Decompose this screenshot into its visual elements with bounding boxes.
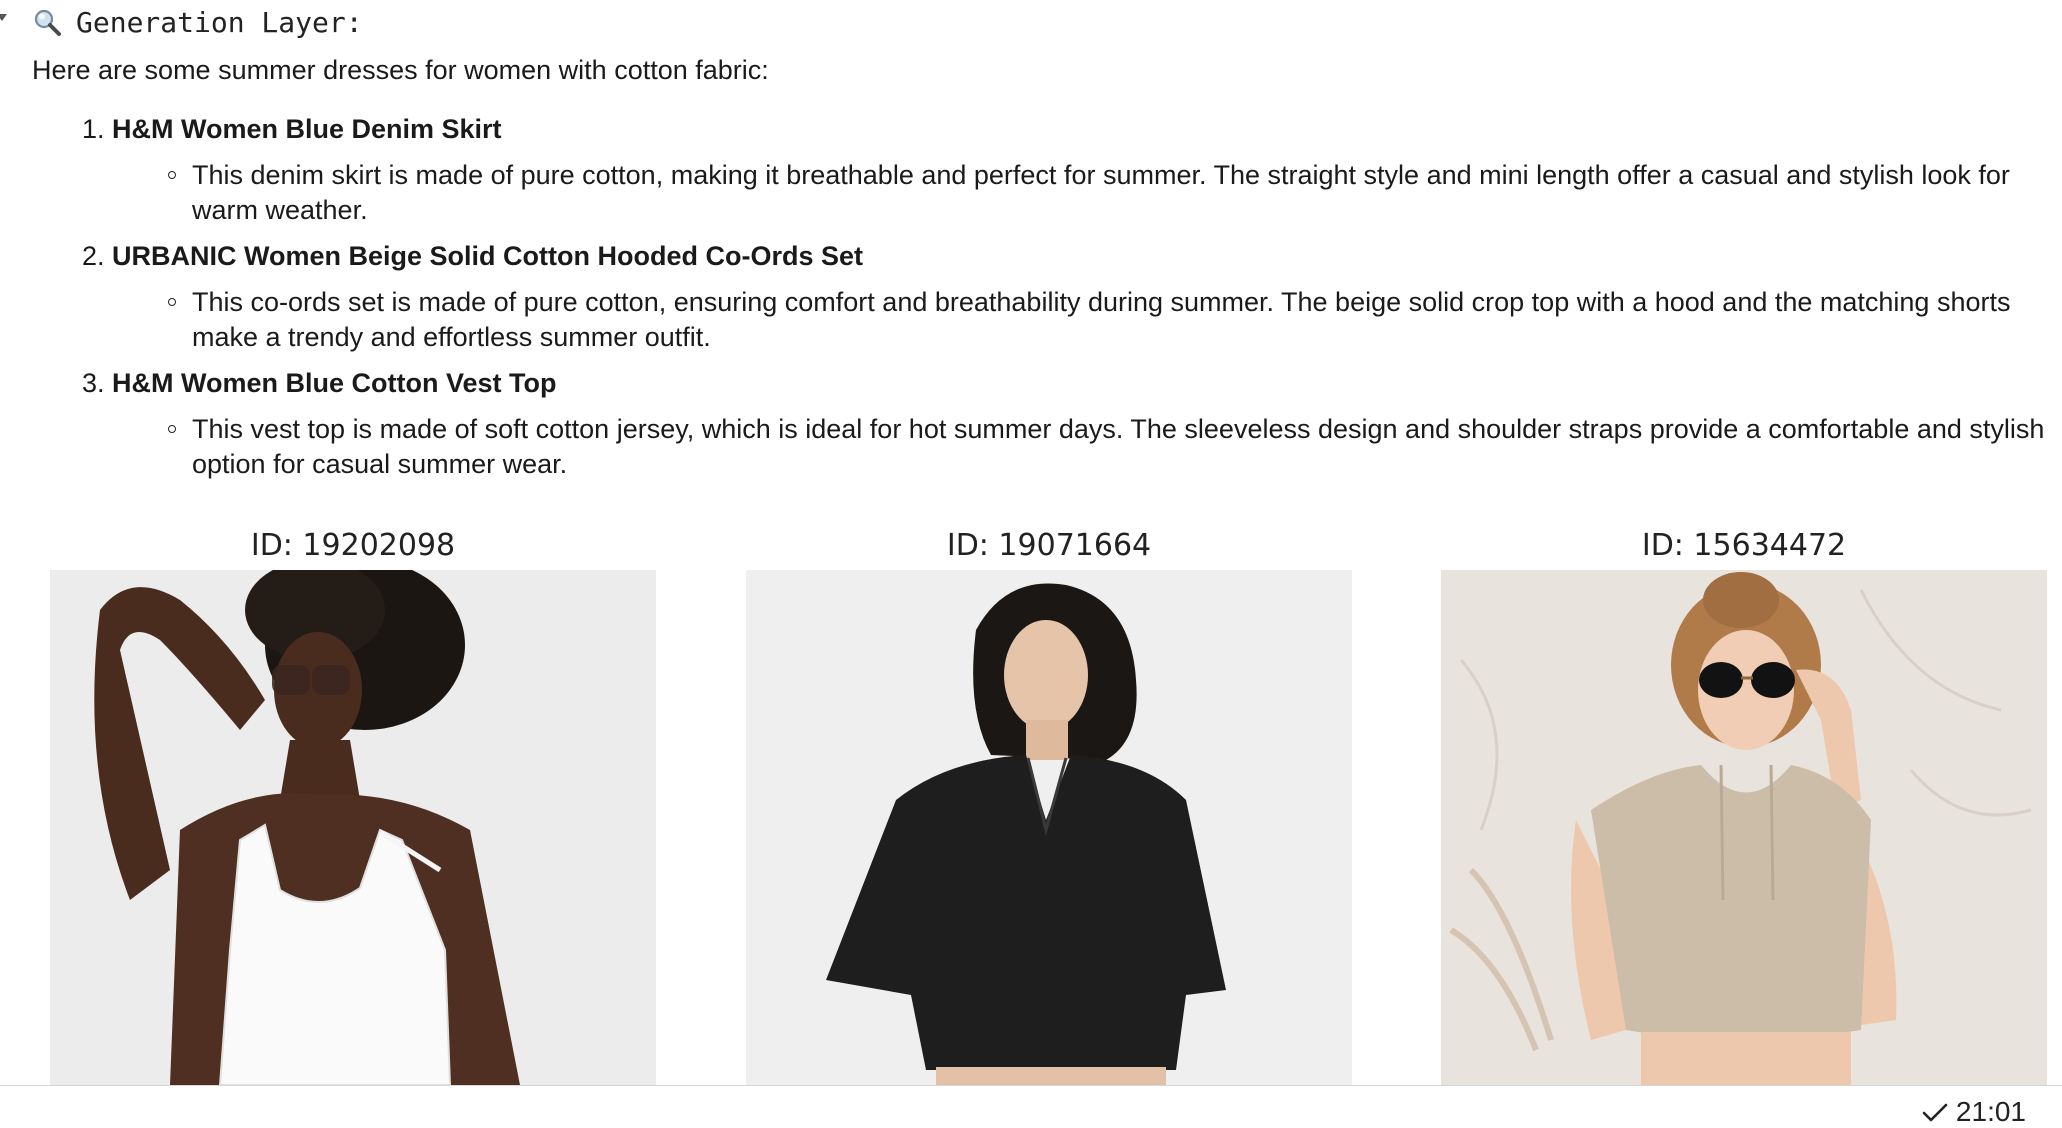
item-description: This co-ords set is made of pure cotton,… bbox=[168, 285, 2062, 355]
product-id-label: ID: 15634472 bbox=[1641, 528, 1847, 563]
execution-time: 21:01 bbox=[1955, 1096, 2026, 1127]
item-description: This vest top is made of soft cotton jer… bbox=[168, 412, 2062, 482]
execution-status: 21:01 bbox=[1920, 1096, 2026, 1128]
item-title: H&M Women Blue Cotton Vest Top bbox=[112, 368, 557, 398]
notebook-output-cell: Generation Layer: Here are some summer d… bbox=[0, 0, 2062, 1085]
product-images-row: ID: 19202098 ID: 19071664 ID: 15634472 bbox=[0, 522, 2062, 1085]
product-id-label: ID: 19071664 bbox=[946, 528, 1152, 563]
checkmark-icon bbox=[1922, 1103, 1948, 1122]
bullet-icon bbox=[168, 298, 176, 306]
magnifier-icon bbox=[34, 9, 61, 36]
item-title: H&M Women Blue Denim Skirt bbox=[112, 114, 502, 144]
product-card: ID: 19071664 bbox=[746, 522, 1352, 1085]
intro-text: Here are some summer dresses for women w… bbox=[32, 55, 769, 85]
product-photo-beige-hooded-crop-top bbox=[1441, 570, 2047, 1085]
item-description: This denim skirt is made of pure cotton,… bbox=[168, 158, 2062, 228]
product-photo-white-tank-top bbox=[50, 570, 656, 1085]
item-title: URBANIC Women Beige Solid Cotton Hooded … bbox=[112, 241, 863, 271]
cell-status-bar: 21:01 bbox=[0, 1085, 2062, 1128]
product-id-label: ID: 19202098 bbox=[250, 528, 456, 563]
collapse-caret-icon[interactable] bbox=[0, 14, 7, 21]
generation-layer-header: Generation Layer: bbox=[32, 4, 363, 40]
bullet-icon bbox=[168, 171, 176, 179]
list-item: H&M Women Blue Cotton Vest Top This vest… bbox=[112, 366, 2062, 482]
product-card: ID: 19202098 bbox=[50, 522, 656, 1085]
list-item: URBANIC Women Beige Solid Cotton Hooded … bbox=[112, 239, 2062, 355]
recommendation-list: H&M Women Blue Denim Skirt This denim sk… bbox=[70, 112, 2062, 493]
generation-layer-title: Generation Layer: bbox=[76, 5, 363, 39]
product-photo-black-cropped-shirt bbox=[746, 570, 1352, 1085]
product-card: ID: 15634472 bbox=[1441, 522, 2047, 1085]
list-item: H&M Women Blue Denim Skirt This denim sk… bbox=[112, 112, 2062, 228]
bullet-icon bbox=[168, 425, 176, 433]
